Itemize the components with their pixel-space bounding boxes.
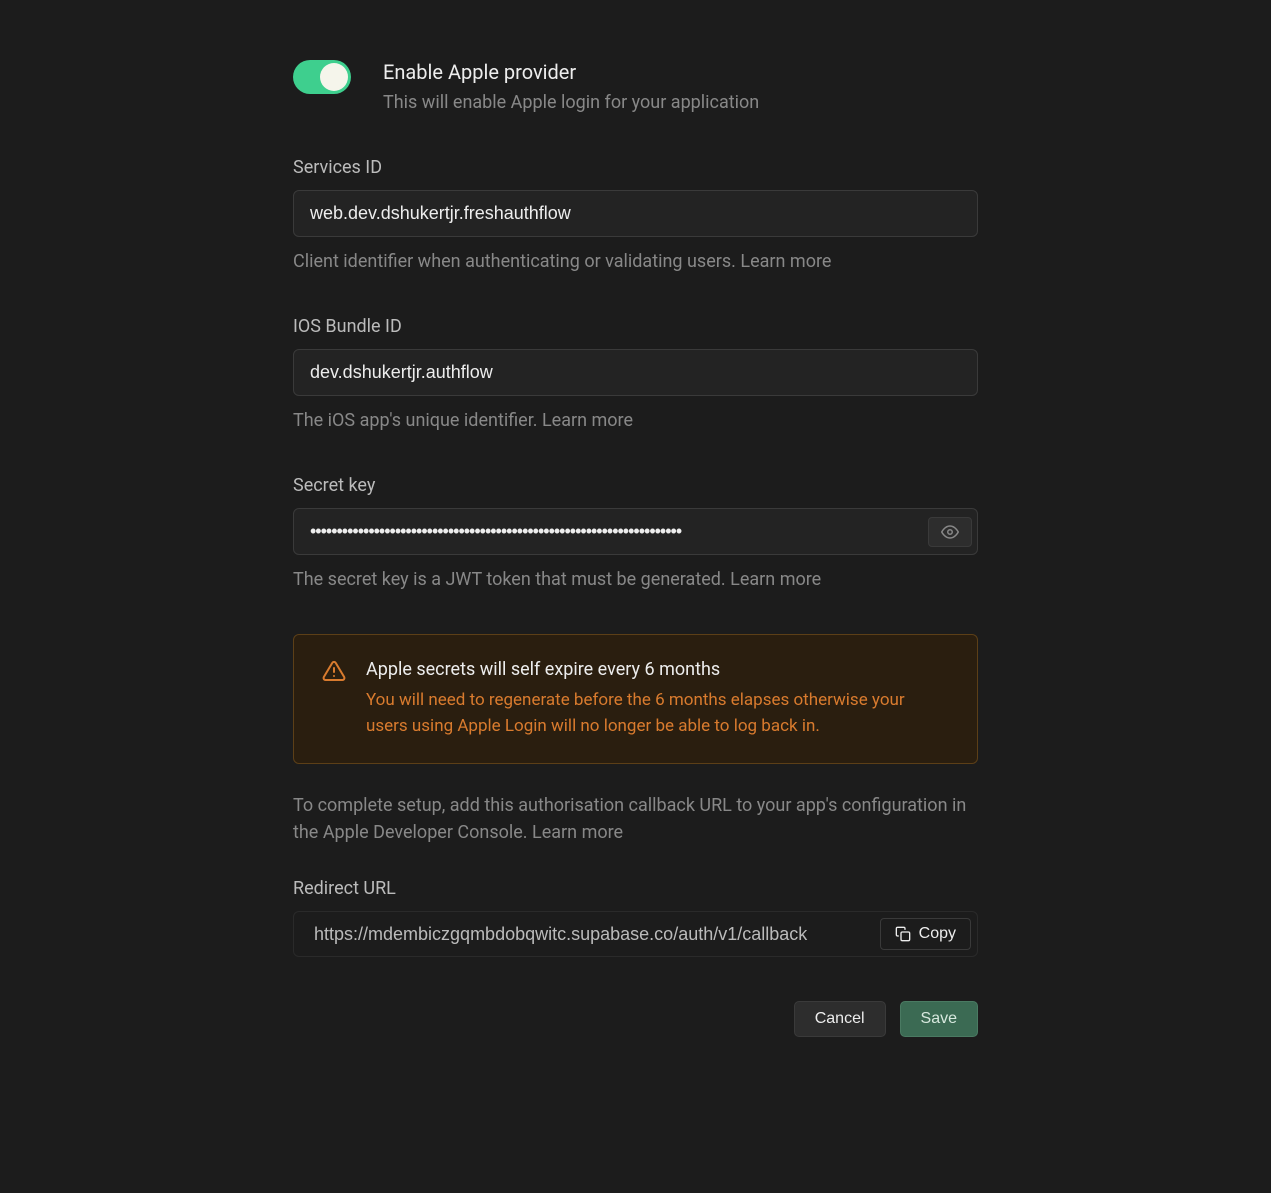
secret-key-label: Secret key <box>293 475 978 496</box>
services-id-label: Services ID <box>293 157 978 178</box>
ios-bundle-id-help: The iOS app's unique identifier. Learn m… <box>293 410 978 431</box>
copy-icon <box>895 926 911 942</box>
secret-key-input[interactable] <box>293 508 978 555</box>
warning-box: Apple secrets will self expire every 6 m… <box>293 634 978 764</box>
cancel-button[interactable]: Cancel <box>794 1001 886 1037</box>
toggle-title: Enable Apple provider <box>383 60 978 84</box>
ios-bundle-id-learn-more-link[interactable]: Learn more <box>542 410 633 431</box>
enable-apple-toggle[interactable] <box>293 60 351 94</box>
warning-icon <box>322 659 346 683</box>
save-button[interactable]: Save <box>900 1001 978 1037</box>
services-id-learn-more-link[interactable]: Learn more <box>740 251 831 272</box>
services-id-input[interactable] <box>293 190 978 237</box>
secret-key-help: The secret key is a JWT token that must … <box>293 569 978 590</box>
redirect-url-label: Redirect URL <box>293 878 978 899</box>
reveal-secret-button[interactable] <box>928 517 972 547</box>
callback-learn-more-link[interactable]: Learn more <box>532 822 623 843</box>
warning-title: Apple secrets will self expire every 6 m… <box>366 659 949 680</box>
ios-bundle-id-input[interactable] <box>293 349 978 396</box>
toggle-subtitle: This will enable Apple login for your ap… <box>383 92 978 113</box>
secret-key-learn-more-link[interactable]: Learn more <box>730 569 821 590</box>
services-id-help: Client identifier when authenticating or… <box>293 251 978 272</box>
callback-instruction: To complete setup, add this authorisatio… <box>293 792 978 846</box>
copy-button[interactable]: Copy <box>880 918 971 950</box>
eye-icon <box>941 523 959 541</box>
ios-bundle-id-label: IOS Bundle ID <box>293 316 978 337</box>
warning-text: You will need to regenerate before the 6… <box>366 688 949 739</box>
redirect-url-input[interactable] <box>314 924 880 945</box>
